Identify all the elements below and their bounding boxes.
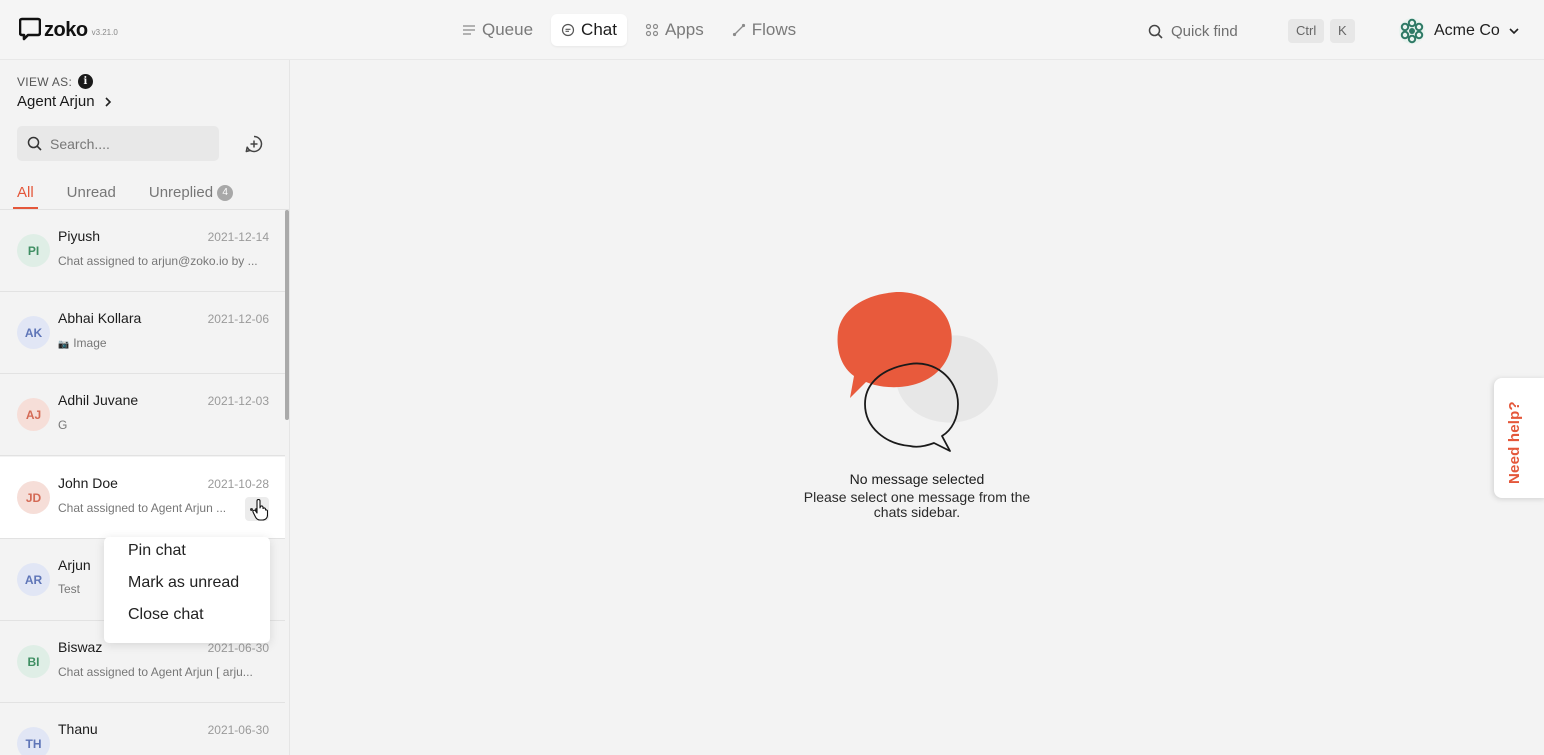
search-icon [27,136,42,151]
nav-chat-label: Chat [581,20,617,39]
nav-apps[interactable]: Apps [635,14,714,46]
chat-preview-row: 📷 Image [58,336,270,350]
chat-list-scrollbar[interactable] [285,210,289,420]
empty-state-title: No message selected [849,471,985,487]
account-switcher[interactable]: Acme Co [1398,17,1520,45]
chat-item[interactable]: AK Abhai Kollara 2021-12-06 📷 Image [0,292,285,374]
main-nav: Queue Chat Apps Flows [452,14,806,46]
need-help-button[interactable]: Need help? [1494,378,1544,498]
view-as-text: VIEW AS: [17,74,73,89]
menu-close-chat[interactable]: Close chat [128,606,204,624]
nav-chat[interactable]: Chat [551,14,627,46]
chevron-right-icon [104,96,111,107]
nav-queue[interactable]: Queue [452,14,543,46]
chat-name: Thanu [58,721,98,737]
account-name: Acme Co [1434,22,1500,39]
chat-item[interactable]: JD John Doe 2021-10-28 Chat assigned to … [0,457,285,539]
chat-item[interactable]: TH Thanu 2021-06-30 [0,703,285,755]
tab-unreplied[interactable]: Unreplied 4 [148,184,234,208]
nav-flows[interactable]: Flows [722,14,806,46]
tab-unreplied-label: Unreplied [148,184,214,201]
top-bar: zoko v3.21.0 Queue Chat Apps Flows Quick… [0,0,1544,60]
view-as-label: VIEW AS: i [17,74,94,89]
menu-pin-chat[interactable]: Pin chat [128,542,186,560]
camera-icon: 📷 [58,339,70,349]
nav-queue-label: Queue [482,20,534,39]
search-input[interactable] [50,135,200,152]
nav-apps-label: Apps [664,20,704,39]
empty-state-text: Please select one message from the chats… [803,489,1031,520]
chat-date: 2021-06-30 [207,641,269,655]
chat-name: Arjun [58,557,91,573]
search-box[interactable] [17,126,219,161]
apps-icon [645,23,659,37]
chat-date: 2021-12-14 [207,230,269,244]
chat-item[interactable]: AJ Adhil Juvane 2021-12-03 G [0,374,285,456]
nav-flows-label: Flows [751,20,797,39]
chat-preview: Chat assigned to Agent Arjun [ arju... [58,665,253,679]
chat-filter-tabs: All Unread Unreplied 4 [13,184,266,209]
shortcut-ctrl-key: Ctrl [1288,19,1325,43]
avatar: TH [17,727,50,755]
zoko-logo[interactable]: zoko v3.21.0 [19,17,118,41]
chat-context-menu: Pin chat Mark as unread Close chat [104,537,270,643]
quick-find-label: Quick find [1171,22,1238,40]
chat-item[interactable]: PI Piyush 2021-12-14 Chat assigned to ar… [0,210,285,292]
avatar: AR [17,563,50,596]
queue-icon [463,25,475,35]
chat-date: 2021-12-03 [207,394,269,408]
chat-name: Piyush [58,228,101,244]
tab-unread-label: Unread [66,184,116,201]
search-icon [1148,24,1163,39]
shortcut-k-key: K [1330,19,1355,43]
flows-icon [732,23,745,37]
avatar: PI [17,234,50,267]
chat-preview: Chat assigned to arjun@zoko.io by ... [58,254,258,268]
chat-bubbles-illustration [837,292,998,452]
app-version: v3.21.0 [91,28,118,37]
quick-find[interactable]: Quick find Ctrl K [1140,16,1356,46]
chat-preview: Chat assigned to Agent Arjun ... [58,501,227,515]
zoko-logo-icon [19,17,41,41]
avatar: AJ [17,398,50,431]
info-icon[interactable]: i [78,74,94,89]
chat-sidebar: VIEW AS: i Agent Arjun All Unread Unrepl… [0,60,290,755]
view-as-agent-name: Agent Arjun [17,93,95,110]
new-chat-icon[interactable] [244,134,264,154]
app-name: zoko [44,19,88,41]
need-help-label: Need help? [1506,401,1523,484]
chat-date: 2021-12-06 [207,312,269,326]
tab-all-label: All [17,184,34,201]
chat-icon [561,23,575,37]
menu-mark-unread[interactable]: Mark as unread [128,574,239,592]
chat-preview: G [58,418,68,432]
avatar: AK [17,316,50,349]
unreplied-count-badge: 4 [217,184,234,201]
pointer-cursor-icon [252,499,268,521]
chat-date: 2021-06-30 [207,723,269,737]
view-as-agent-selector[interactable]: Agent Arjun [17,93,113,110]
chat-name: Biswaz [58,639,103,655]
chat-name: Abhai Kollara [58,310,142,326]
chat-name: Adhil Juvane [58,392,139,408]
account-logo-icon [1399,18,1425,44]
chat-preview: Image [73,336,107,350]
tab-all[interactable]: All [13,184,38,209]
avatar: BI [17,645,50,678]
tab-unread[interactable]: Unread [67,184,116,208]
chevron-down-icon [1509,28,1519,35]
